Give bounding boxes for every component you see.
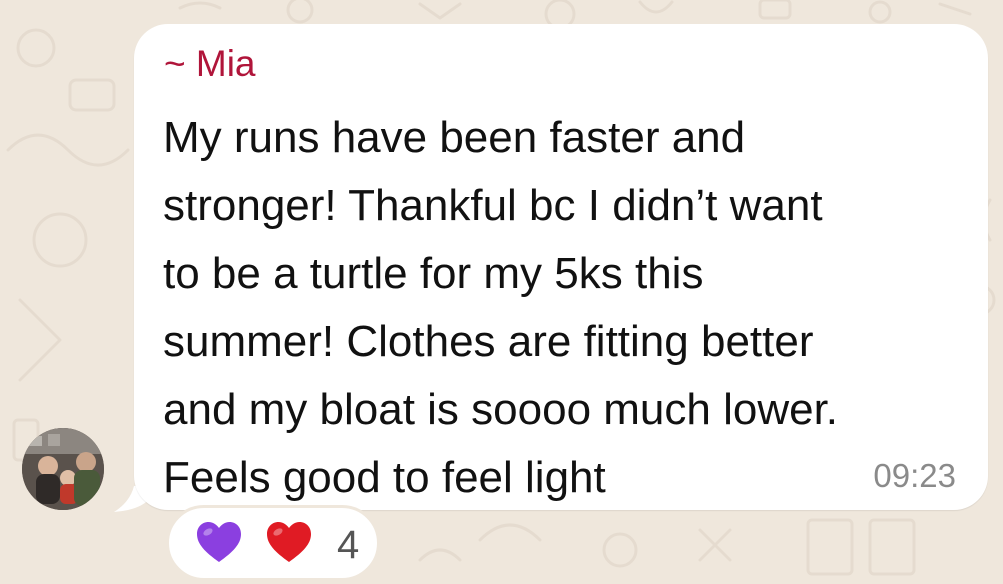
- message-line: to be a turtle for my 5ks this: [163, 249, 704, 298]
- message-bubble[interactable]: ~ Mia My runs have been faster and stron…: [134, 24, 988, 510]
- red-heart-icon: [267, 522, 311, 562]
- message-line: Feels good to feel light: [163, 453, 606, 502]
- message-line: summer! Clothes are fitting better: [163, 317, 814, 366]
- message-timestamp: 09:23: [873, 457, 956, 494]
- message-text: My runs have been faster and stronger! T…: [163, 104, 963, 512]
- reactions-pill[interactable]: 4: [166, 505, 380, 581]
- purple-heart-icon: [197, 522, 241, 562]
- avatar-photo: [22, 428, 104, 510]
- reaction-count: 4: [337, 523, 360, 567]
- sender-avatar[interactable]: [22, 428, 104, 510]
- message-line: and my bloat is soooo much lower.: [163, 385, 839, 434]
- message-line: My runs have been faster and: [163, 113, 746, 162]
- message-line: stronger! Thankful bc I didn’t want: [163, 181, 823, 230]
- sender-name[interactable]: ~ Mia: [164, 42, 256, 86]
